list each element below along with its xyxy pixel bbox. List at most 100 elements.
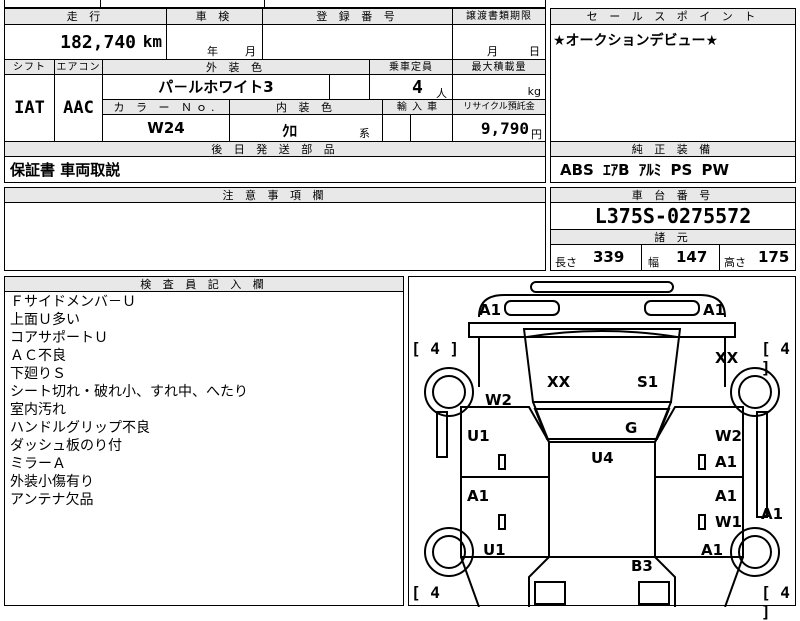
inspector-label: 検 査 員 記 入 欄 <box>5 277 403 292</box>
registration-label: 登 録 番 号 <box>263 9 453 25</box>
color-no-label: カ ラ ー Ｎｏ. <box>103 100 230 115</box>
transfer-deadline-label: 譲渡書類期限 <box>453 9 545 25</box>
inspector-note: アンテナ欠品 <box>10 492 94 508</box>
divider <box>100 0 101 8</box>
height-value: 175 <box>758 248 790 266</box>
inspection-year: 年 <box>207 45 218 58</box>
height-label: 高さ <box>724 256 746 269</box>
inspector-note: 上面Ｕ多い <box>10 312 80 328</box>
sales-point-block <box>550 8 796 142</box>
vehicle-info-table <box>4 0 546 8</box>
code-front-bumper-r: A1 <box>703 301 726 319</box>
code-fender-fl: W2 <box>485 391 512 409</box>
width-value: 147 <box>676 248 708 266</box>
aircon-label: エアコン <box>55 60 103 75</box>
code-front-bumper-l: A1 <box>479 301 502 319</box>
inspector-note: 室内汚れ <box>10 402 66 418</box>
recycle-label: リサイクル預託金 <box>453 100 545 115</box>
code-door-rr-2: W1 <box>715 513 742 531</box>
inspector-note: ダッシュ板のり付 <box>10 438 122 454</box>
interior-suffix: 系 <box>359 127 370 140</box>
code-door-rl: A1 <box>467 487 490 505</box>
import-cell-2 <box>411 115 453 141</box>
inspector-note: 下廻りＳ <box>10 366 66 382</box>
exterior-value: パ－ルホワイト3 <box>103 75 330 100</box>
length-label: 長さ <box>555 256 577 269</box>
interior-cell: ｸﾛ 系 <box>230 115 383 141</box>
inspector-note: ＡＣ不良 <box>10 348 66 364</box>
height-cell: 高さ 175 <box>720 245 795 270</box>
tire-fr-value: [ 4 ] <box>761 339 790 377</box>
transfer-month: 月 <box>487 45 498 58</box>
transfer-day: 日 <box>529 45 540 58</box>
mileage-label: 走 行 <box>5 9 167 25</box>
inspector-note: ミラーＡ <box>10 456 66 472</box>
import-cell-1 <box>383 115 411 141</box>
recycle-value: 9,790 <box>480 119 529 138</box>
inspector-note: Ｆサイドメンバ－Ｕ <box>10 294 136 310</box>
load-unit: kg <box>527 85 541 98</box>
registration-cell <box>263 25 453 59</box>
length-cell: 長さ 339 <box>551 245 642 270</box>
mileage-value: 182,740 <box>60 32 136 53</box>
interior-label: 内 装 色 <box>230 100 383 115</box>
color-no-value: W24 <box>103 115 230 141</box>
shift-value: IAT <box>5 75 55 141</box>
interior-value: ｸﾛ <box>282 122 298 140</box>
capacity-cell: 4 人 <box>370 75 453 100</box>
transfer-cell: 月 日 <box>453 25 545 59</box>
inspector-note: シート切れ・破れ小、すれ中、へたり <box>10 384 248 400</box>
width-cell: 幅 147 <box>642 245 720 270</box>
load-label: 最大積載量 <box>453 60 545 75</box>
chassis-value: L375S-0275572 <box>551 203 795 230</box>
equipment-value: ABS ｴｱB ｱﾙﾐ PS PW <box>560 161 730 179</box>
aircon-value: AAC <box>55 75 103 141</box>
mileage-unit: km <box>142 32 162 51</box>
tire-rl-value: [ 4 <box>411 583 440 602</box>
code-hood-r: S1 <box>637 373 659 391</box>
capacity-unit: 人 <box>436 87 447 100</box>
sales-point-text: ★オークションデビュー★ <box>553 33 719 49</box>
damage-diagram: [ 4 ] [ 4 ] [ 4 [ 4 ] A1 A1 W2 XX S1 XX … <box>408 276 796 621</box>
parts-label: 後 日 発 送 部 品 <box>5 142 545 157</box>
code-back: B3 <box>631 557 653 575</box>
divider <box>264 0 265 8</box>
length-value: 339 <box>593 248 625 266</box>
inspector-note: コアサポートＵ <box>10 330 108 346</box>
code-fender-fr: XX <box>715 349 739 367</box>
shift-label: シフト <box>5 60 55 75</box>
recycle-unit: 円 <box>531 128 542 141</box>
code-windshield: G <box>625 419 638 437</box>
sales-point-label: セ ー ル ス ポ イ ン ト <box>551 9 795 25</box>
caution-label: 注 意 事 項 欄 <box>5 188 545 203</box>
exterior-extra <box>330 75 370 100</box>
inspector-notes: Ｆサイドメンバ－Ｕ 上面Ｕ多いコアサポートＵ ＡＣ不良下廻りＳ シート切れ・破れ小、す… <box>10 293 248 509</box>
tire-rr-value: [ 4 ] <box>761 583 790 621</box>
width-label: 幅 <box>648 256 659 269</box>
mileage-cell: 182,740 km <box>5 25 167 59</box>
code-roof: U4 <box>591 449 614 467</box>
code-quarter-l: U1 <box>483 541 506 559</box>
parts-value: 保証書 車両取説 <box>10 161 121 179</box>
code-hood-l: XX <box>547 373 571 391</box>
specs-label: 諸 元 <box>551 230 795 245</box>
recycle-cell: 9,790 円 <box>453 115 545 141</box>
equipment-label: 純 正 装 備 <box>551 142 795 157</box>
code-side-r: A1 <box>761 505 784 523</box>
load-cell: kg <box>453 75 545 100</box>
code-door-fr-2: A1 <box>715 453 738 471</box>
capacity-label: 乗車定員 <box>370 60 453 75</box>
code-door-fl: U1 <box>467 427 490 445</box>
inspection-month: 月 <box>245 45 256 58</box>
inspection-label: 車 検 <box>167 9 263 25</box>
inspector-note: ハンドルグリップ不良 <box>10 420 150 436</box>
code-door-rr-1: A1 <box>715 487 738 505</box>
inspection-cell: 年 月 <box>167 25 263 59</box>
code-door-fr-1: W2 <box>715 427 742 445</box>
exterior-label: 外 装 色 <box>103 60 370 75</box>
tire-fl-value: [ 4 ] <box>411 339 460 358</box>
import-label: 輸 入 車 <box>383 100 453 115</box>
chassis-label: 車 台 番 号 <box>551 188 795 203</box>
code-quarter-r: A1 <box>701 541 724 559</box>
capacity-value: 4 <box>412 77 423 98</box>
